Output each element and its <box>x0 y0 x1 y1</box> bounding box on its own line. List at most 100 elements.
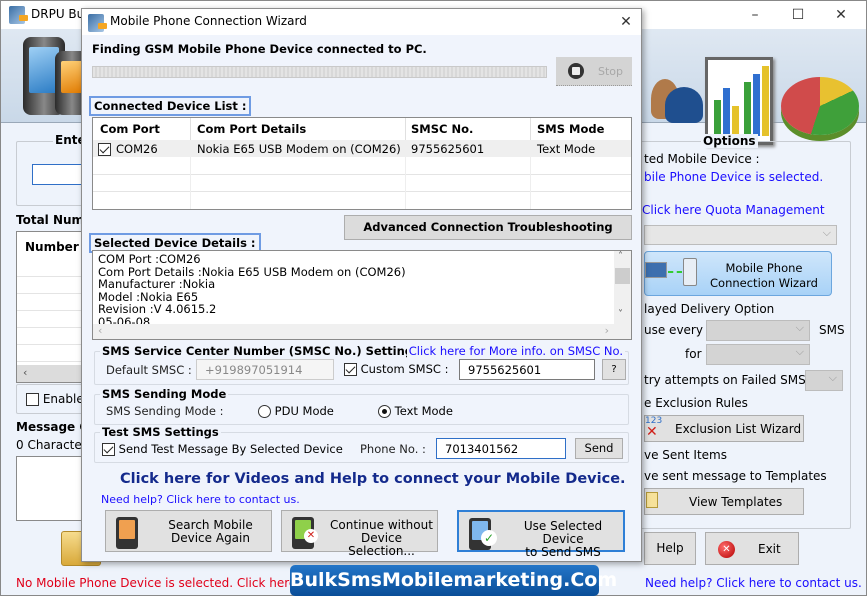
horizontal-scrollbar[interactable]: ‹ <box>17 365 85 382</box>
minimize-icon[interactable]: – <box>741 5 769 25</box>
pause-every-label: use every <box>644 323 703 337</box>
quota-dropdown[interactable] <box>644 225 837 245</box>
phone-icon <box>683 258 697 286</box>
app-icon <box>9 6 28 24</box>
use-selected-device-button[interactable]: ✓ Use Selected Device to Send SMS <box>457 510 625 559</box>
stop-button-label: Stop <box>598 65 624 78</box>
continue-without-device-button[interactable]: ✕ Continue without Device Selection... <box>281 510 438 558</box>
default-smsc-label: Default SMSC : <box>106 363 192 377</box>
vertical-scrollbar[interactable]: ˄ ˅ <box>614 251 631 325</box>
number-column-header: Number <box>25 240 79 254</box>
smsc-settings-legend: SMS Service Center Number (SMSC No.) Set… <box>100 344 422 358</box>
search-phone-icon <box>116 517 138 549</box>
search-again-label: Search Mobile Device Again <box>168 518 253 545</box>
retry-attempts-label: try attempts on Failed SMS <box>644 373 806 387</box>
search-again-button[interactable]: Search Mobile Device Again <box>105 510 272 552</box>
advanced-troubleshooting-button[interactable]: Advanced Connection Troubleshooting <box>344 215 632 240</box>
bar-chart-image-icon <box>705 57 773 145</box>
table-row[interactable]: COM26 Nokia E65 USB Modem on (COM26) 975… <box>93 140 631 157</box>
pause-duration-dropdown[interactable] <box>706 344 810 365</box>
row-smsc: 9755625601 <box>411 142 485 156</box>
scroll-thumb <box>615 268 630 284</box>
table-header: Com Port Com Port Details SMSC No. SMS M… <box>93 118 631 140</box>
selected-device-status[interactable]: bile Phone Device is selected. <box>644 170 823 184</box>
save-templates-label: ve sent message to Templates <box>644 469 827 483</box>
send-test-message-checkbox[interactable]: Send Test Message By Selected Device <box>102 442 343 456</box>
pause-count-dropdown[interactable] <box>706 320 810 341</box>
default-smsc-field[interactable]: +919897051914 <box>196 359 334 380</box>
col-com-port-details[interactable]: Com Port Details <box>197 122 306 136</box>
need-help-link[interactable]: Need help? Click here to contact us. <box>645 576 862 590</box>
row-details: Nokia E65 USB Modem on (COM26) <box>197 142 401 156</box>
exit-button-label: Exit <box>758 542 781 556</box>
message-textarea[interactable] <box>16 456 86 521</box>
connection-wizard-dialog: Mobile Phone Connection Wizard ✕ Finding… <box>81 8 642 562</box>
exit-icon: ✕ <box>718 541 735 558</box>
pie-chart-image-icon <box>781 77 859 135</box>
help-button[interactable]: Help <box>644 532 696 565</box>
enable-checkbox[interactable]: Enable <box>26 392 84 406</box>
view-templates-label: View Templates <box>689 495 783 509</box>
quota-management-link[interactable]: Click here Quota Management <box>642 203 825 217</box>
numbers-table[interactable]: Number ‹ <box>16 231 86 383</box>
col-smsc-no[interactable]: SMSC No. <box>411 122 473 136</box>
brand-banner: BulkSmsMobilemarketing.Com <box>290 565 617 596</box>
test-sms-legend: Test SMS Settings <box>100 425 221 439</box>
send-test-button[interactable]: Send <box>575 438 623 459</box>
close-icon[interactable]: ✕ <box>827 5 855 25</box>
advanced-button-label: Advanced Connection Troubleshooting <box>363 220 613 234</box>
stop-icon <box>568 63 584 79</box>
dialog-app-icon <box>88 14 107 32</box>
computer-icon <box>645 262 667 278</box>
use-selected-label: Use Selected Device to Send SMS <box>523 519 603 559</box>
pdu-mode-radio[interactable]: PDU Mode <box>258 404 334 418</box>
search-progress-bar <box>92 66 547 78</box>
scroll-right-icon: › <box>604 324 609 337</box>
device-status-text[interactable]: No Mobile Phone Device is selected. Clic… <box>16 576 305 590</box>
connection-wizard-button[interactable]: Mobile Phone Connection Wizard <box>644 251 832 296</box>
col-sms-mode[interactable]: SMS Mode <box>537 122 604 136</box>
wizard-button-label: Connection Wizard <box>710 276 818 290</box>
smsc-info-link[interactable]: Click here for More info. on SMSC No. <box>406 344 625 358</box>
exit-button[interactable]: ✕ Exit <box>705 532 799 565</box>
finding-device-text: Finding GSM Mobile Phone Device connecte… <box>92 42 427 56</box>
smsc-help-button[interactable]: ? <box>602 359 626 380</box>
scroll-up-icon: ˄ <box>618 251 623 262</box>
horizontal-scrollbar[interactable]: ‹ › <box>93 324 631 339</box>
retry-attempts-dropdown[interactable] <box>805 370 843 391</box>
stop-button[interactable]: Stop <box>556 57 632 86</box>
phone-number-input[interactable]: 7013401562 <box>436 438 566 459</box>
wizard-button-label: Mobile Phone <box>725 261 803 275</box>
maximize-icon[interactable]: ☐ <box>784 5 812 25</box>
save-sent-items-label: ve Sent Items <box>644 448 727 462</box>
row-checkbox[interactable] <box>98 142 111 156</box>
phone-number-label: Phone No. : <box>360 442 426 456</box>
scroll-down-icon: ˅ <box>618 309 623 320</box>
custom-smsc-input[interactable]: 9755625601 <box>459 359 595 380</box>
sending-mode-legend: SMS Sending Mode <box>100 387 229 401</box>
videos-help-link[interactable]: Click here for Videos and Help to connec… <box>120 471 626 487</box>
sending-mode-label: SMS Sending Mode : <box>106 404 224 418</box>
device-details-text: COM Port :COM26 Com Port Details :Nokia … <box>98 253 406 325</box>
dialog-close-icon[interactable]: ✕ <box>612 12 640 32</box>
dialog-need-help-link[interactable]: Need help? Click here to contact us. <box>101 493 300 506</box>
red-x-icon: ✕ <box>304 529 318 543</box>
device-details-textbox[interactable]: COM Port :COM26 Com Port Details :Nokia … <box>92 250 632 340</box>
person-image-icon <box>665 87 703 123</box>
red-x-icon: ✕ <box>646 424 658 440</box>
exclusion-list-wizard-button[interactable]: 123 ✕ Exclusion List Wizard <box>644 415 804 442</box>
template-search-icon <box>646 492 658 508</box>
custom-smsc-checkbox[interactable]: Custom SMSC : <box>344 362 448 376</box>
connected-device-table[interactable]: Com Port Com Port Details SMSC No. SMS M… <box>92 117 632 210</box>
for-label: for <box>685 347 702 361</box>
exclusion-rules-label: e Exclusion Rules <box>644 396 748 410</box>
continue-without-label: Continue without Device Selection... <box>330 518 433 558</box>
character-count: 0 Character <box>16 438 87 452</box>
help-button-label: Help <box>656 541 684 555</box>
text-mode-radio[interactable]: Text Mode <box>378 404 453 418</box>
col-com-port[interactable]: Com Port <box>100 122 160 136</box>
dialog-titlebar: Mobile Phone Connection Wizard ✕ <box>82 9 641 35</box>
total-numbers-label: Total Num <box>16 213 85 227</box>
connection-line-icon <box>668 271 682 273</box>
view-templates-button[interactable]: View Templates <box>644 488 804 515</box>
